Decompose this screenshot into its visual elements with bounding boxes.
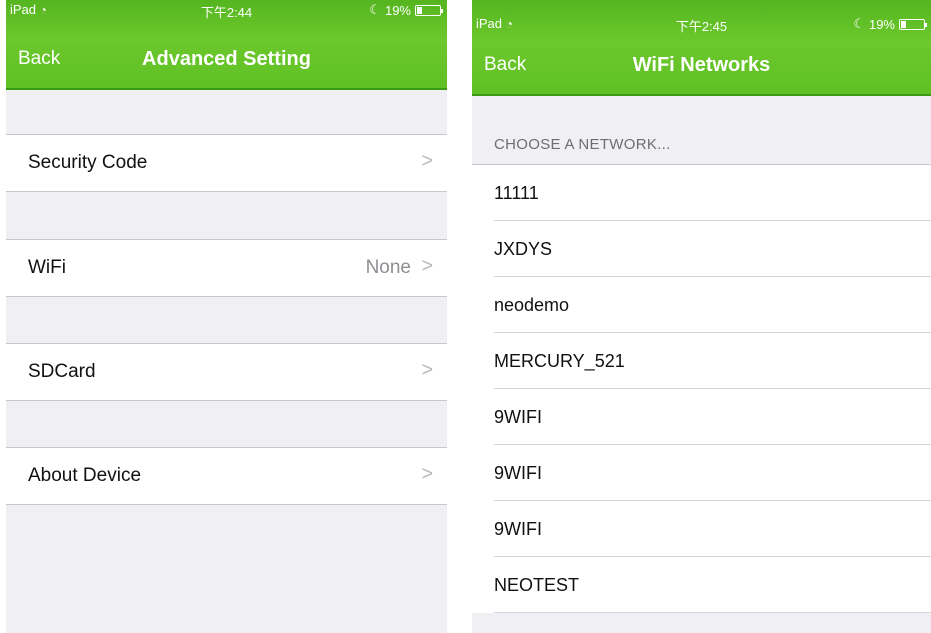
battery-indicator: ☾ 19% xyxy=(853,16,927,32)
network-item[interactable]: 9WIFI xyxy=(472,501,931,557)
network-item[interactable]: 9WIFI xyxy=(472,389,931,445)
row-label: WiFi xyxy=(28,257,66,278)
network-item[interactable]: JXDYS xyxy=(472,221,931,277)
chevron-right-icon: > xyxy=(421,359,433,381)
wifi-value: None xyxy=(365,257,411,278)
page-title: WiFi Networks xyxy=(632,54,771,76)
chevron-right-icon: > xyxy=(421,255,433,277)
wifi-row[interactable]: WiFi None > xyxy=(6,239,447,297)
sdcard-row[interactable]: SDCard > xyxy=(6,343,447,401)
network-name: JXDYS xyxy=(494,239,553,259)
navigation-bar: Back WiFi Networks xyxy=(472,44,931,88)
page-title: Advanced Setting xyxy=(142,48,311,70)
about-device-row[interactable]: About Device > xyxy=(6,447,447,505)
row-label: Security Code xyxy=(28,152,148,173)
network-name: neodemo xyxy=(494,295,570,315)
chevron-right-icon: > xyxy=(421,150,433,172)
network-item[interactable]: neodemo xyxy=(472,277,931,333)
row-label: About Device xyxy=(28,465,142,486)
status-bar: iPad ◔ 下午2:44 ☾ 19% xyxy=(6,0,447,20)
battery-percent: 19% xyxy=(868,16,895,32)
network-section-header: CHOOSE A NETWORK... xyxy=(494,136,671,153)
network-name: NEOTEST xyxy=(494,575,580,595)
nav-header: iPad ◔ 下午2:45 ☾ 19% Back WiFi Networks xyxy=(472,0,931,96)
battery-icon xyxy=(899,18,927,30)
row-label: SDCard xyxy=(28,361,96,382)
battery-percent: 19% xyxy=(384,2,411,18)
advanced-setting-screen: iPad ◔ 下午2:44 ☾ 19% Back Advanced Settin… xyxy=(6,0,447,633)
network-name: 9WIFI xyxy=(494,463,542,483)
nav-header: iPad ◔ 下午2:44 ☾ 19% Back Advanced Settin… xyxy=(6,0,447,90)
network-item[interactable]: NEOTEST xyxy=(472,557,931,613)
network-name: 9WIFI xyxy=(494,407,542,427)
security-code-row[interactable]: Security Code > xyxy=(6,134,447,192)
moon-icon: ☾ xyxy=(853,16,865,31)
battery-icon xyxy=(415,4,443,16)
wifi-networks-screen: iPad ◔ 下午2:45 ☾ 19% Back WiFi Networks C… xyxy=(472,0,931,633)
status-bar: iPad ◔ 下午2:45 ☾ 19% xyxy=(472,14,931,34)
chevron-right-icon: > xyxy=(421,463,433,485)
moon-icon: ☾ xyxy=(369,2,381,17)
network-item[interactable]: MERCURY_521 xyxy=(472,333,931,389)
battery-indicator: ☾ 19% xyxy=(369,2,443,18)
navigation-bar: Back Advanced Setting xyxy=(6,38,447,82)
network-item[interactable]: 11111 xyxy=(472,165,931,221)
network-item[interactable]: 9WIFI xyxy=(472,445,931,501)
network-name: MERCURY_521 xyxy=(494,351,625,371)
network-name: 11111 xyxy=(494,183,539,203)
network-list: 11111 JXDYS neodemo MERCURY_521 9WIFI 9W… xyxy=(472,164,931,613)
network-name: 9WIFI xyxy=(494,519,542,539)
